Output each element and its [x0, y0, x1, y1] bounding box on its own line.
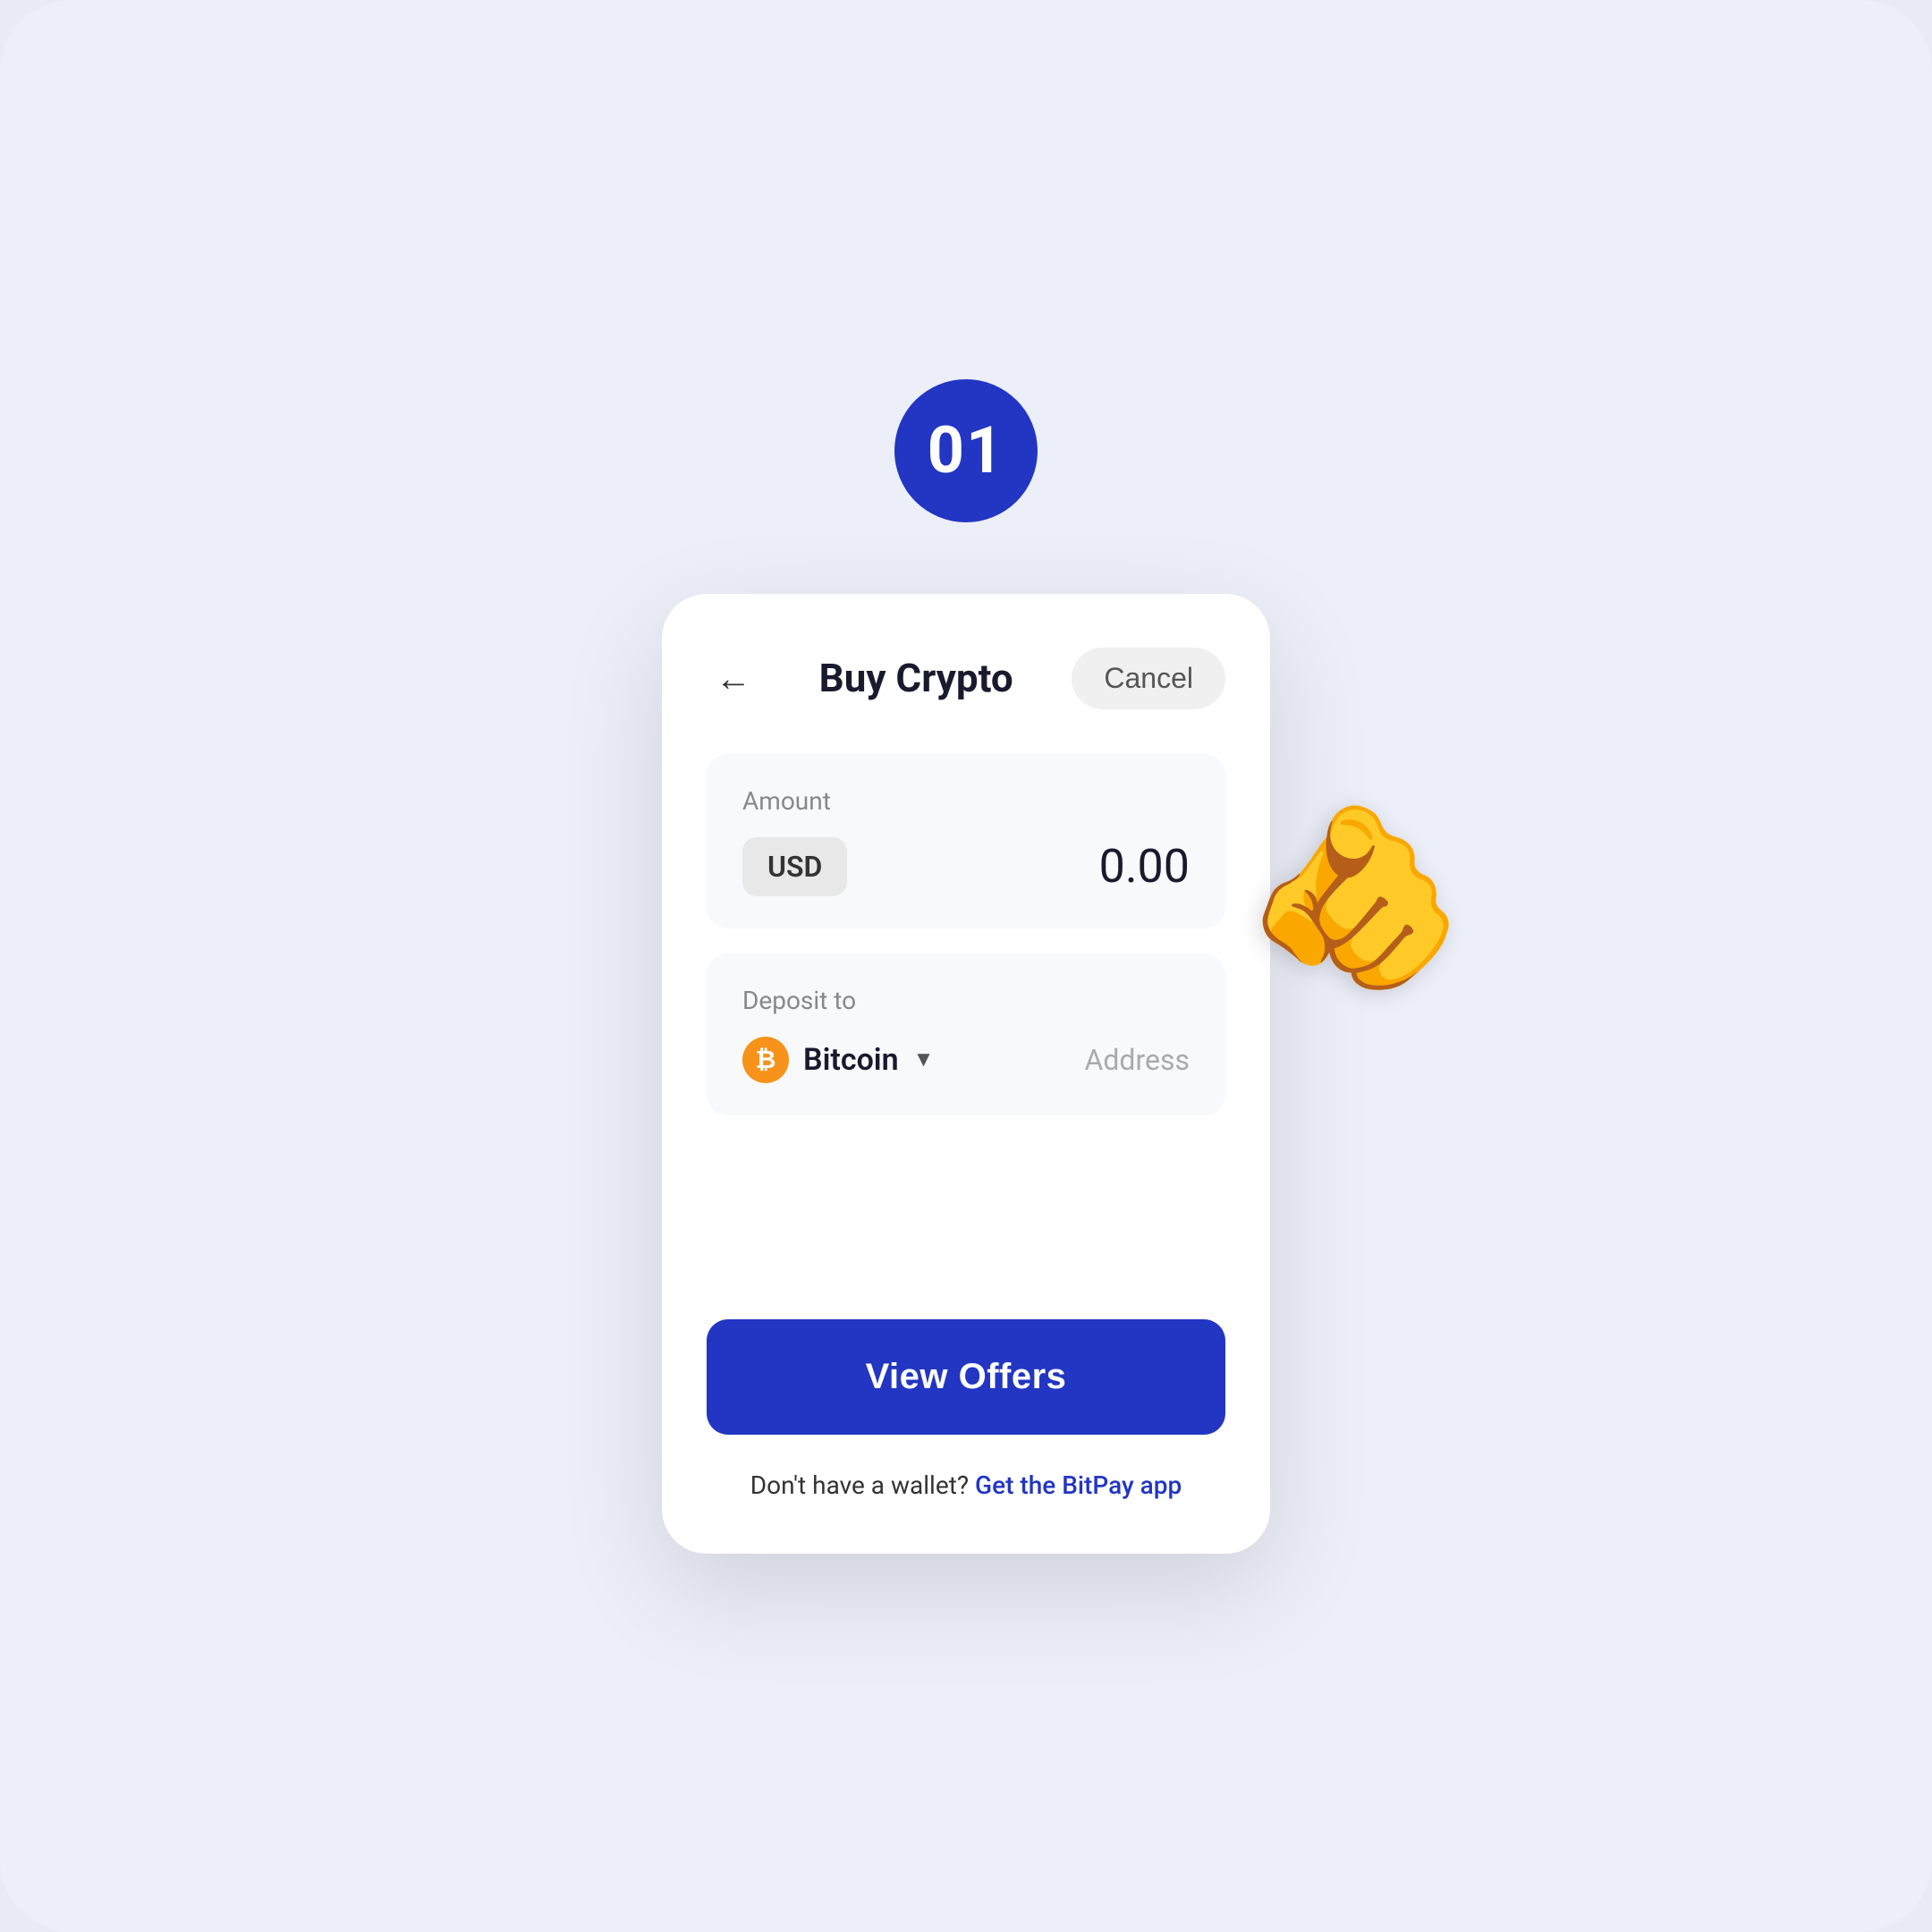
amount-value[interactable]: 0.00 — [1099, 839, 1190, 894]
back-button[interactable]: ← — [707, 651, 760, 705]
deposit-label: Deposit to — [742, 986, 1190, 1015]
phone-card: ← Buy Crypto Cancel Amount USD 0.00 Depo… — [662, 594, 1270, 1554]
screen-header: ← Buy Crypto Cancel — [707, 648, 1225, 709]
deposit-row: ₿ Bitcoin ▼ Address — [742, 1037, 1190, 1083]
amount-label: Amount — [742, 786, 1190, 816]
deposit-section: Deposit to ₿ Bitcoin ▼ Address — [707, 953, 1225, 1115]
view-offers-button[interactable]: View Offers — [707, 1319, 1225, 1435]
bitcoin-icon: ₿ — [742, 1037, 789, 1083]
get-bitpay-link[interactable]: Get the BitPay app — [975, 1470, 1182, 1500]
back-arrow-icon: ← — [716, 657, 751, 699]
page-background: 01 ← Buy Crypto Cancel Amount USD 0.00 — [0, 0, 1932, 1932]
amount-row: USD 0.00 — [742, 837, 1190, 896]
wallet-prompt: Don't have a wallet? Get the BitPay app — [707, 1470, 1225, 1500]
step-badge: 01 — [894, 379, 1038, 522]
pointing-hand-icon: 🫵 — [1244, 809, 1467, 987]
step-number: 01 — [928, 412, 1005, 488]
screen-title: Buy Crypto — [819, 655, 1013, 701]
address-placeholder[interactable]: Address — [1084, 1043, 1190, 1077]
amount-section: Amount USD 0.00 — [707, 754, 1225, 928]
chevron-down-icon: ▼ — [913, 1046, 935, 1072]
wallet-prompt-text: Don't have a wallet? — [750, 1470, 969, 1500]
coin-name: Bitcoin — [803, 1042, 899, 1078]
phone-container: ← Buy Crypto Cancel Amount USD 0.00 Depo… — [626, 594, 1306, 1554]
content-spacer — [707, 1140, 1225, 1319]
currency-badge[interactable]: USD — [742, 837, 847, 896]
coin-selector[interactable]: ₿ Bitcoin ▼ — [742, 1037, 934, 1083]
cancel-button[interactable]: Cancel — [1072, 648, 1225, 709]
